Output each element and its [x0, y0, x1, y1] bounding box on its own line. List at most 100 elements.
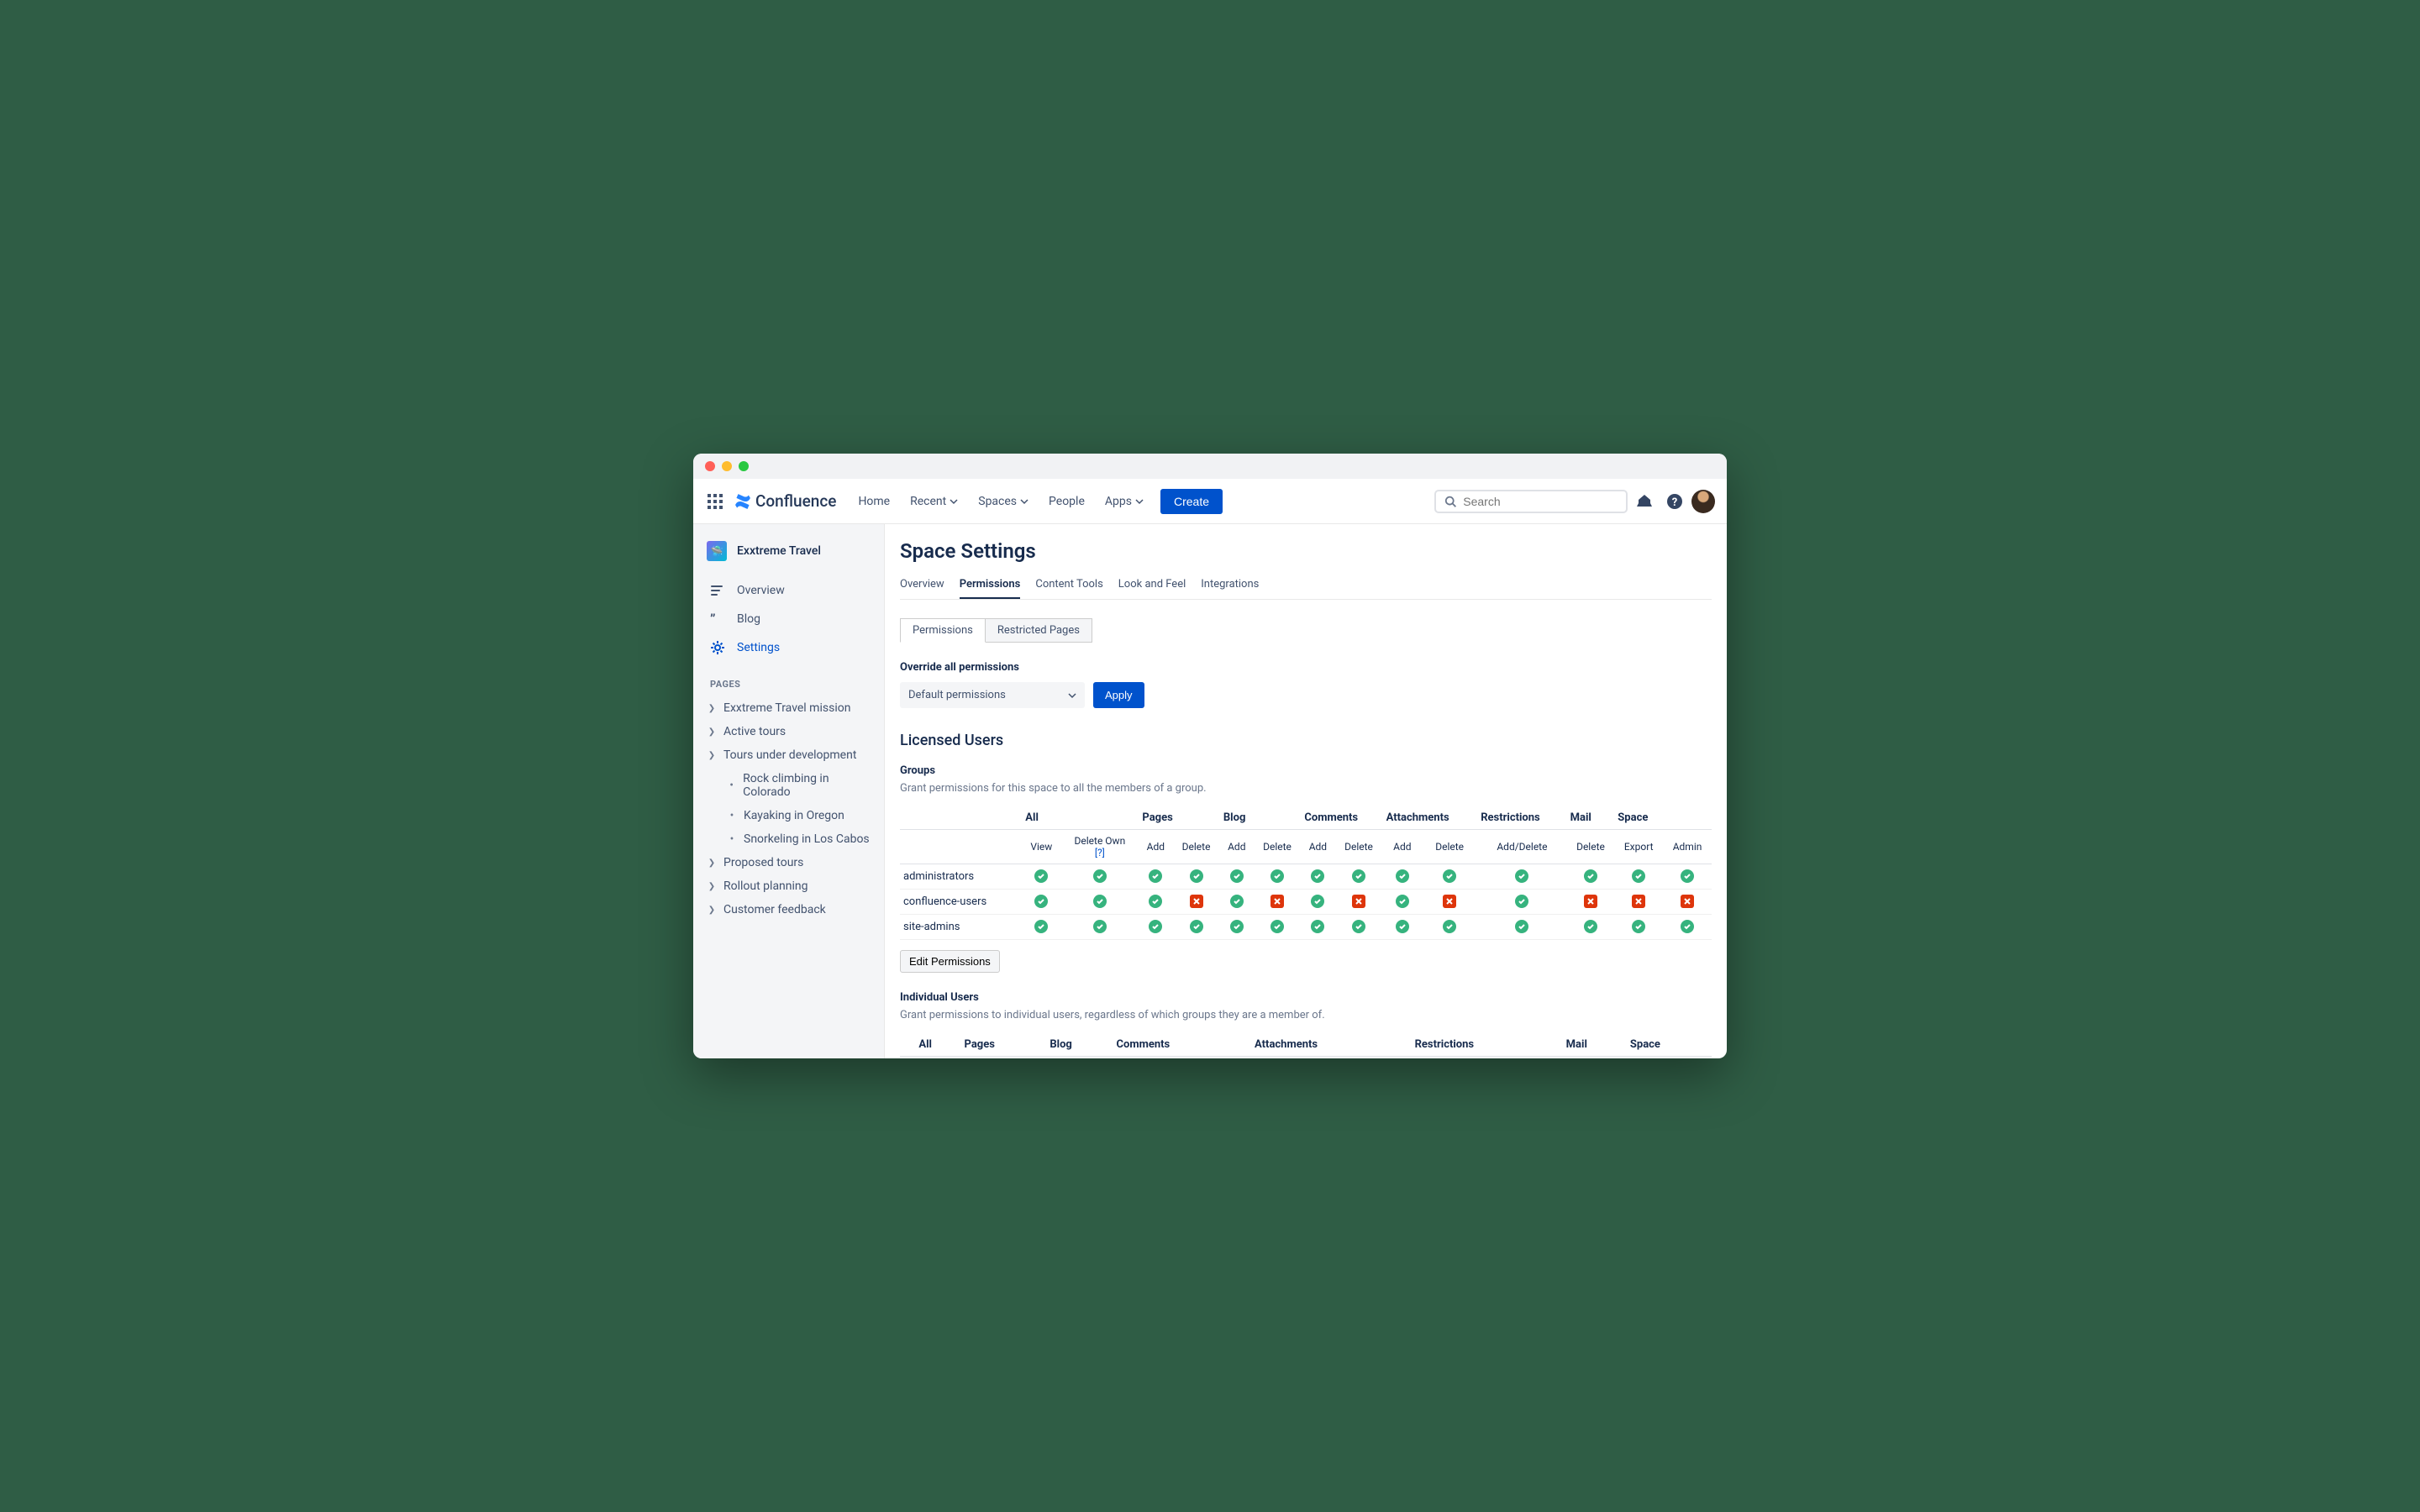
tree-item[interactable]: ❯Exxtreme Travel mission	[702, 696, 876, 720]
permission-cell	[1567, 915, 1615, 940]
permission-cell	[1383, 915, 1422, 940]
pages-section-label: PAGES	[702, 662, 876, 696]
group-name: administrators	[900, 864, 1022, 890]
overview-icon	[710, 583, 725, 598]
tab-integrations[interactable]: Integrations	[1201, 571, 1259, 599]
check-icon	[1093, 920, 1107, 933]
check-icon	[1681, 869, 1694, 883]
tree-item[interactable]: ❯Rollout planning	[702, 874, 876, 898]
app-switcher-icon[interactable]	[702, 488, 729, 515]
permission-cell	[1254, 864, 1302, 890]
tree-item[interactable]: •Kayaking in Oregon	[722, 804, 876, 827]
bullet-icon: •	[725, 832, 739, 846]
check-icon	[1515, 869, 1528, 883]
permission-cell	[1422, 915, 1477, 940]
main-content: Space Settings Overview Permissions Cont…	[885, 524, 1727, 1058]
check-icon	[1190, 869, 1203, 883]
col-mail: Mail	[1567, 806, 1615, 830]
subtab-restricted[interactable]: Restricted Pages	[986, 618, 1092, 643]
subcol-delete-own: Delete Own[?]	[1060, 830, 1139, 864]
product-logo[interactable]: Confluence	[734, 491, 836, 511]
window-minimize-button[interactable]	[722, 461, 732, 471]
permission-cell	[1663, 890, 1712, 915]
search-box[interactable]	[1434, 490, 1628, 513]
tree-item[interactable]: ❯Tours under development	[702, 743, 876, 767]
permission-cell	[1139, 890, 1172, 915]
check-icon	[1270, 869, 1284, 883]
permission-cell	[1614, 864, 1663, 890]
sidebar-settings[interactable]: Settings	[702, 633, 876, 662]
permission-cell	[1614, 915, 1663, 940]
notifications-icon[interactable]	[1631, 488, 1658, 515]
check-icon	[1230, 895, 1244, 908]
edit-permissions-button[interactable]: Edit Permissions	[900, 950, 1000, 973]
tree-item[interactable]: •Snorkeling in Los Cabos	[722, 827, 876, 851]
window-close-button[interactable]	[705, 461, 715, 471]
help-icon[interactable]: ?	[1661, 488, 1688, 515]
subcol-admin: Admin	[1663, 830, 1712, 864]
tab-look-and-feel[interactable]: Look and Feel	[1118, 571, 1186, 599]
individual-permissions-table: All Pages Blog Comments Attachments Rest…	[900, 1033, 1712, 1057]
check-icon	[1515, 920, 1528, 933]
tab-permissions[interactable]: Permissions	[960, 571, 1021, 599]
subcol-add-delete: Add/Delete	[1477, 830, 1566, 864]
x-icon	[1632, 895, 1645, 908]
permission-cell	[1301, 915, 1334, 940]
tab-overview[interactable]: Overview	[900, 571, 944, 599]
gear-icon	[710, 640, 725, 655]
col-attachments: Attachments	[1383, 806, 1478, 830]
search-input[interactable]	[1463, 495, 1618, 508]
check-icon	[1093, 869, 1107, 883]
help-link[interactable]: [?]	[1064, 847, 1135, 858]
permission-cell	[1220, 890, 1254, 915]
permission-cell	[1220, 915, 1254, 940]
check-icon	[1230, 869, 1244, 883]
space-icon: 🛸	[707, 541, 727, 561]
tree-item[interactable]: ❯Active tours	[702, 720, 876, 743]
permission-cell	[1060, 890, 1139, 915]
sidebar-blog[interactable]: ” Blog	[702, 605, 876, 633]
individual-users-desc: Grant permissions to individual users, r…	[900, 1009, 1712, 1021]
x-icon	[1190, 895, 1203, 908]
permission-cell	[1334, 915, 1382, 940]
override-select[interactable]: Default permissions	[900, 682, 1085, 708]
window-zoom-button[interactable]	[739, 461, 749, 471]
apply-button[interactable]: Apply	[1093, 682, 1144, 708]
check-icon	[1396, 920, 1409, 933]
subcol-delete: Delete	[1567, 830, 1615, 864]
top-nav: Confluence Home Recent Spaces People App…	[693, 479, 1727, 524]
subcol-delete: Delete	[1334, 830, 1382, 864]
check-icon	[1034, 920, 1048, 933]
tab-content-tools[interactable]: Content Tools	[1035, 571, 1102, 599]
nav-spaces[interactable]: Spaces	[970, 490, 1037, 513]
permission-cell	[1567, 864, 1615, 890]
check-icon	[1632, 869, 1645, 883]
space-header[interactable]: 🛸 Exxtreme Travel	[702, 539, 876, 576]
permission-cell	[1022, 915, 1060, 940]
blog-icon: ”	[710, 612, 725, 627]
permission-cell	[1301, 890, 1334, 915]
check-icon	[1311, 869, 1324, 883]
permission-cell	[1139, 864, 1172, 890]
tree-item[interactable]: ❯Proposed tours	[702, 851, 876, 874]
check-icon	[1584, 920, 1597, 933]
permission-cell	[1477, 864, 1566, 890]
check-icon	[1034, 895, 1048, 908]
licensed-users-title: Licensed Users	[900, 732, 1712, 749]
tree-item[interactable]: •Rock climbing in Colorado	[722, 767, 876, 804]
nav-recent[interactable]: Recent	[902, 490, 966, 513]
subtab-permissions[interactable]: Permissions	[900, 618, 986, 643]
tree-item[interactable]: ❯Customer feedback	[702, 898, 876, 921]
nav-apps[interactable]: Apps	[1097, 490, 1152, 513]
nav-home[interactable]: Home	[850, 490, 898, 513]
group-name: confluence-users	[900, 890, 1022, 915]
col-pages: Pages	[1139, 806, 1219, 830]
check-icon	[1681, 920, 1694, 933]
sidebar-overview[interactable]: Overview	[702, 576, 876, 605]
create-button[interactable]: Create	[1160, 489, 1223, 514]
check-icon	[1584, 869, 1597, 883]
check-icon	[1443, 869, 1456, 883]
nav-people[interactable]: People	[1040, 490, 1093, 513]
chevron-right-icon: ❯	[705, 727, 718, 737]
user-avatar[interactable]	[1691, 490, 1715, 513]
